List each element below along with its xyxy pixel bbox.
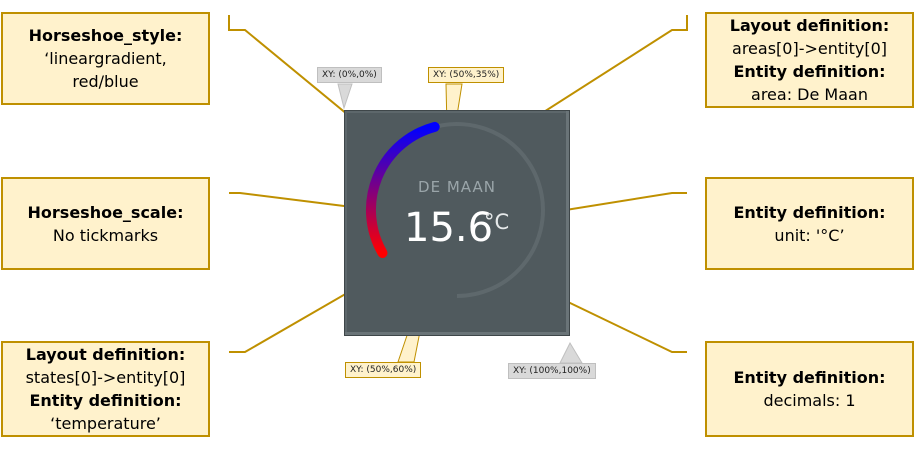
area-name: DE MAAN <box>418 178 496 196</box>
state-value: 15.6 <box>404 205 494 251</box>
xy-label-bottom-right: XY: (100%,100%) <box>508 363 596 379</box>
xy-label-top-left: XY: (0%,0%) <box>317 67 382 83</box>
state-unit: °C <box>484 210 510 234</box>
xy-label-state: XY: (50%,60%) <box>345 362 422 378</box>
xy-label-area: XY: (50%,35%) <box>428 67 505 83</box>
